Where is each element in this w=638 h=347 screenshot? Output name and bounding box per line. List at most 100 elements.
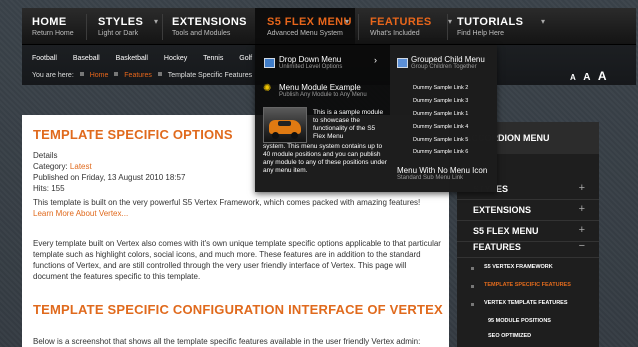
expand-icon[interactable]: + <box>579 203 585 215</box>
font-size-medium[interactable]: A <box>583 72 590 83</box>
breadcrumb: You are here: Home Features Template Spe… <box>32 72 252 79</box>
nav-tutorials-title: TUTORIALS <box>457 16 524 28</box>
nav-tutorials-subtitle: Find Help Here <box>457 30 505 37</box>
star-icon: ✺ <box>263 83 272 94</box>
category-basketball[interactable]: Basketball <box>116 55 148 62</box>
hits-count: Hits: 155 <box>33 184 65 193</box>
accordion-subitem[interactable]: S5 VERTEX FRAMEWORK <box>457 261 599 275</box>
chevron-down-icon: ▾ <box>448 17 453 26</box>
accordion-subitem[interactable]: SEO OPTIMIZED <box>457 330 599 344</box>
article-meta: Details Category: Latest Published on Fr… <box>33 150 185 194</box>
dropdown-item-subtitle: Standard Sub Menu Link <box>397 175 464 181</box>
accordion-features[interactable]: FEATURES − <box>457 237 599 258</box>
intro-paragraph: This template is built on the very power… <box>33 197 441 219</box>
published-date: Published on Friday, 13 August 2010 18:5… <box>33 173 186 182</box>
category-link[interactable]: Latest <box>70 162 92 171</box>
breadcrumb-prefix: You are here: <box>32 72 74 79</box>
accordion-label: FEATURES <box>473 242 521 252</box>
nav-features-title: FEATURES <box>370 16 432 28</box>
square-bullet-icon <box>471 267 474 270</box>
dropdown-item-subtitle: Publish Any Module to Any Menu <box>279 92 367 98</box>
subitem-label: S5 VERTEX FRAMEWORK <box>484 264 553 270</box>
top-navigation: HOME Return Home STYLES Light or Dark ▾ … <box>22 8 636 45</box>
chevron-down-icon: ▾ <box>345 17 350 26</box>
car-thumbnail-image <box>263 107 307 143</box>
dummy-link[interactable]: Dummy Sample Link 6 <box>413 149 468 155</box>
dropdown-menu-item[interactable]: Drop Down Menu Unlimited Level Options <box>279 55 342 70</box>
breadcrumb-features[interactable]: Features <box>124 72 152 79</box>
accordion-subitem[interactable]: TEMPLATE SPECIFIC FEATURES <box>457 279 599 293</box>
category-label: Category: <box>33 162 68 171</box>
font-size-small[interactable]: A <box>570 73 576 82</box>
category-baseball[interactable]: Baseball <box>73 55 100 62</box>
dummy-link[interactable]: Dummy Sample Link 2 <box>413 85 468 91</box>
expand-icon[interactable]: + <box>579 224 585 236</box>
square-bullet-icon <box>79 72 84 76</box>
module-description: This is a sample module to showcase the … <box>313 109 384 140</box>
menu-module-example-item[interactable]: Menu Module Example Publish Any Module t… <box>279 83 367 98</box>
learn-more-link[interactable]: Learn More About Vertex... <box>33 208 441 219</box>
nav-home-title: HOME <box>32 16 67 28</box>
dummy-link[interactable]: Dummy Sample Link 4 <box>413 124 468 130</box>
nav-tutorials[interactable]: TUTORIALS Find Help Here ▾ <box>457 8 547 44</box>
chevron-down-icon: ▾ <box>154 17 159 26</box>
dropdown-item-subtitle: Group Children Together <box>411 64 477 70</box>
dropdown-item-title: Drop Down Menu <box>279 55 342 64</box>
nav-styles-title: STYLES <box>98 16 144 28</box>
module-description-continued: system. This menu system contains up to … <box>263 143 387 174</box>
subitem-label-active: TEMPLATE SPECIFIC FEATURES <box>484 282 571 288</box>
dropdown-item-title: Menu With No Menu Icon <box>397 166 488 175</box>
chevron-down-icon: ▾ <box>541 17 546 26</box>
category-links: Football Baseball Basketball Hockey Tenn… <box>32 55 266 62</box>
font-size-large[interactable]: A <box>598 69 607 83</box>
no-icon-menu-item[interactable]: Menu With No Menu Icon Standard Sub Menu… <box>397 166 487 181</box>
nav-home-subtitle: Return Home <box>32 30 74 37</box>
dummy-link[interactable]: Dummy Sample Link 5 <box>413 137 468 143</box>
nav-home[interactable]: HOME Return Home <box>32 8 92 44</box>
accordion-label: S5 FLEX MENU <box>473 226 539 236</box>
screenshot-paragraph: Below is a screenshot that shows all the… <box>33 337 421 346</box>
intro-text: This template is built on the very power… <box>33 198 421 207</box>
dummy-link[interactable]: Dummy Sample Link 3 <box>413 98 468 104</box>
dropdown-item-title: Grouped Child Menu <box>411 55 485 64</box>
details-label: Details <box>33 151 58 160</box>
flex-menu-dropdown: Drop Down Menu Unlimited Level Options ›… <box>255 45 497 192</box>
accordion-subitem[interactable]: 95 MODULE POSITIONS <box>457 315 599 329</box>
nav-flex-subtitle: Advanced Menu System <box>267 30 343 37</box>
square-bullet-icon <box>471 303 474 306</box>
group-icon <box>397 58 408 68</box>
breadcrumb-home[interactable]: Home <box>90 72 109 79</box>
nav-features[interactable]: FEATURES What's Included ▾ <box>370 8 453 44</box>
dropdown-item-title: Menu Module Example <box>279 83 361 92</box>
square-bullet-icon <box>114 72 119 76</box>
nav-styles[interactable]: STYLES Light or Dark ▾ <box>98 8 168 44</box>
body-paragraph: Every template built on Vertex also come… <box>33 239 441 281</box>
category-golf[interactable]: Golf <box>239 55 252 62</box>
square-bullet-icon <box>157 72 162 76</box>
nav-extensions[interactable]: EXTENSIONS Tools and Modules ▾ <box>172 8 264 44</box>
grouped-child-menu-item[interactable]: Grouped Child Menu Group Children Togeth… <box>411 55 485 70</box>
subitem-label: 95 MODULE POSITIONS <box>488 318 551 324</box>
nav-extensions-title: EXTENSIONS <box>172 16 247 28</box>
nav-divider <box>86 14 87 40</box>
accordion-extensions[interactable]: EXTENSIONS + <box>457 200 599 221</box>
expand-icon[interactable]: + <box>579 182 585 194</box>
nav-s5-flex-menu[interactable]: S5 FLEX MENU Advanced Menu System ▾ <box>255 8 355 44</box>
article-title: TEMPLATE SPECIFIC OPTIONS <box>33 127 233 142</box>
breadcrumb-current: Template Specific Features <box>167 72 253 79</box>
collapse-icon[interactable]: − <box>579 240 585 252</box>
chevron-right-icon: › <box>374 55 377 65</box>
category-football[interactable]: Football <box>32 55 57 62</box>
category-hockey[interactable]: Hockey <box>164 55 187 62</box>
nav-features-subtitle: What's Included <box>370 30 420 37</box>
section-heading: TEMPLATE SPECIFIC CONFIGURATION INTERFAC… <box>33 302 443 317</box>
nav-extensions-subtitle: Tools and Modules <box>172 30 231 37</box>
accordion-subitem[interactable]: VERTEX TEMPLATE FEATURES <box>457 297 599 311</box>
nav-divider <box>162 14 163 40</box>
nav-divider <box>358 14 359 40</box>
accordion-label: EXTENSIONS <box>473 205 532 215</box>
square-bullet-icon <box>471 285 474 288</box>
category-tennis[interactable]: Tennis <box>203 55 223 62</box>
menu-icon <box>264 58 275 68</box>
dummy-link[interactable]: Dummy Sample Link 1 <box>413 111 468 117</box>
